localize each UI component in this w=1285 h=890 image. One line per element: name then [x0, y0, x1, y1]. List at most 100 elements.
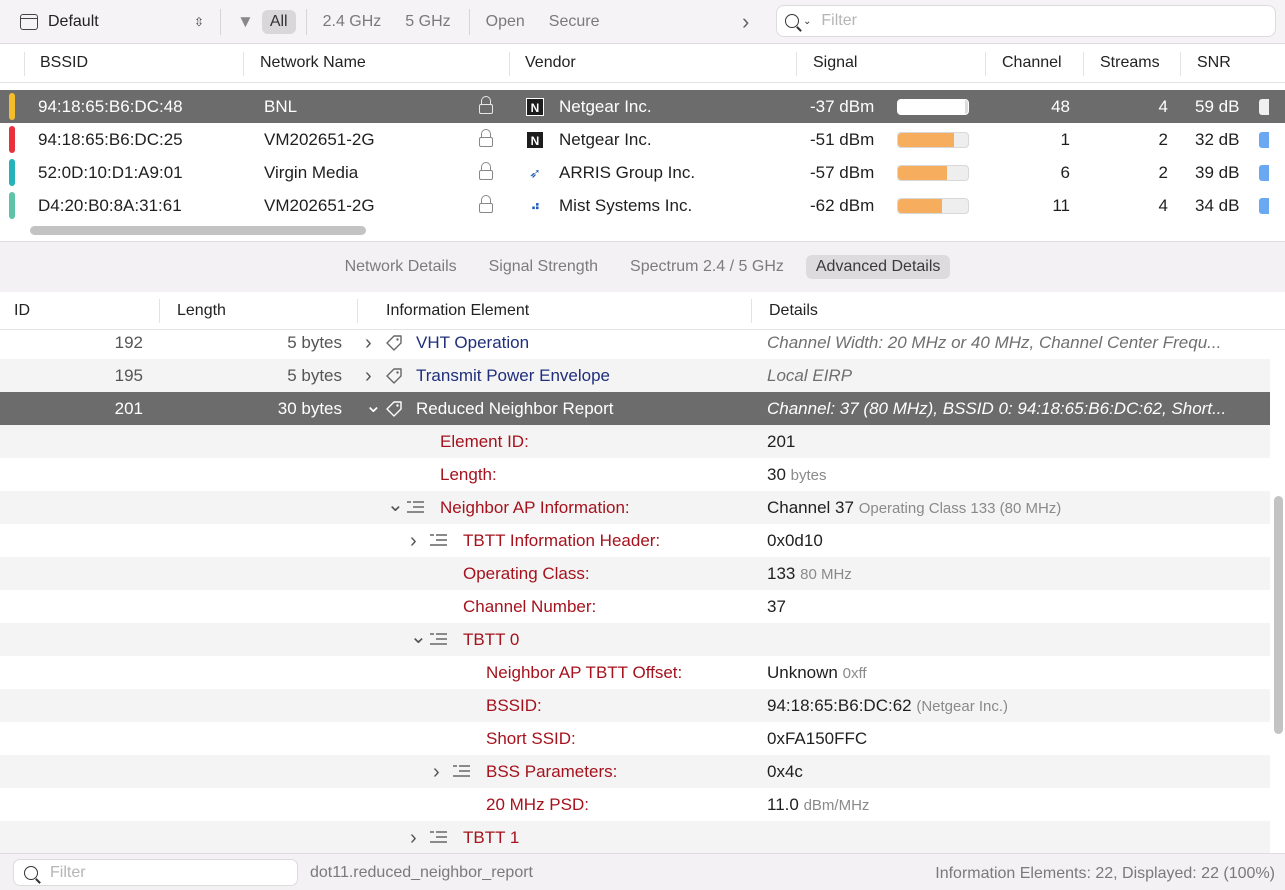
row-indicator: [1259, 165, 1269, 181]
column-header-length[interactable]: Length: [177, 302, 226, 320]
field-label: BSSID:: [486, 696, 542, 715]
ie-field-row[interactable]: Element ID: 201: [0, 425, 1270, 458]
chevron-right-icon[interactable]: ›: [410, 827, 417, 850]
column-header-bssid[interactable]: BSSID: [40, 54, 88, 72]
filter-open-button[interactable]: Open: [478, 10, 533, 34]
ie-field-row[interactable]: Neighbor AP TBTT Offset: Unknown 0xff: [0, 656, 1270, 689]
column-header-signal[interactable]: Signal: [813, 54, 857, 72]
ie-row[interactable]: 192 5 bytes › VHT Operation Channel Width: 2…: [0, 326, 1270, 359]
column-divider: [1180, 52, 1181, 76]
network-row[interactable]: D4:20:B0:8A:31:61 VM202651-2G ⠴ Mist System…: [0, 189, 1285, 222]
ie-field-row[interactable]: 20 MHz PSD: 11.0 dBm/MHz: [0, 788, 1270, 821]
network-row[interactable]: 94:18:65:B6:DC:48 BNL N Netgear Inc. -37 dBm…: [0, 90, 1285, 123]
ie-field-row[interactable]: Length: 30 bytes: [0, 458, 1270, 491]
signal-cell: -51 dBm: [810, 130, 875, 149]
ie-rows: 192 5 bytes › VHT Operation Channel Width: 2…: [0, 326, 1270, 853]
tab-advanced-details[interactable]: Advanced Details: [805, 255, 951, 279]
ie-field-row[interactable]: › BSS Parameters: 0x4c: [0, 755, 1270, 788]
color-tag: [9, 192, 15, 219]
tag-icon: [385, 400, 402, 417]
filter-5ghz-button[interactable]: 5 GHz: [397, 10, 458, 34]
field-unit: dBm/MHz: [803, 797, 870, 814]
arris-logo-icon: ➶: [529, 165, 541, 181]
column-header-id[interactable]: ID: [14, 302, 30, 320]
streams-cell: 2: [1158, 130, 1168, 149]
preset-selector[interactable]: Default ⇳: [20, 8, 210, 36]
ie-field-row[interactable]: BSSID: 94:18:65:B6:DC:62 (Netgear Inc.): [0, 689, 1270, 722]
chevron-down-icon[interactable]: ⌄: [387, 492, 404, 517]
ie-row[interactable]: 195 5 bytes › Transmit Power Envelope Local …: [0, 359, 1270, 392]
snr-cell: 34 dB: [1195, 196, 1240, 215]
filter-24ghz-button[interactable]: 2.4 GHz: [315, 10, 390, 34]
field-value: 133 80 MHz: [767, 564, 852, 584]
snr-cell: 59 dB: [1195, 97, 1240, 116]
detail-tabs: Network Details Signal Strength Spectrum 2…: [0, 241, 1285, 292]
field-label: BSS Parameters:: [486, 762, 618, 781]
chevron-right-icon[interactable]: ›: [433, 761, 440, 784]
display-filter-field[interactable]: [13, 859, 298, 886]
column-header-vendor[interactable]: Vendor: [525, 54, 576, 72]
ie-field-row[interactable]: Short SSID: 0xFA150FFC: [0, 722, 1270, 755]
tab-network-details[interactable]: Network Details: [335, 255, 467, 279]
chevron-right-icon[interactable]: ›: [365, 365, 372, 388]
display-filter-input[interactable]: [50, 863, 280, 882]
ie-field-row[interactable]: Operating Class: 133 80 MHz: [0, 557, 1270, 590]
column-header-details[interactable]: Details: [769, 302, 818, 320]
ie-field-row[interactable]: › TBTT 1: [0, 821, 1270, 853]
signal-bar: [897, 132, 969, 148]
color-tag: [9, 126, 15, 153]
network-row[interactable]: 52:0D:10:D1:A9:01 Virgin Media ➶ ARRIS Grou…: [0, 156, 1285, 189]
network-row[interactable]: 94:18:65:B6:DC:25 VM202651-2G N Netgear Inc…: [0, 123, 1285, 156]
column-header-network-name[interactable]: Network Name: [260, 54, 366, 72]
list-icon: [430, 831, 447, 844]
status-bar: dot11.reduced_neighbor_report Informatio…: [0, 853, 1285, 890]
field-label: TBTT 1: [463, 828, 520, 847]
network-name-cell: BNL: [264, 97, 298, 116]
chevron-down-icon[interactable]: ⌄: [410, 624, 427, 649]
column-header-information-element[interactable]: Information Element: [386, 302, 529, 320]
filter-funnel-icon[interactable]: ▼: [237, 12, 254, 32]
vendor-cell: Netgear Inc.: [559, 97, 652, 116]
field-value-text: 30: [767, 465, 786, 484]
bssid-cell: 52:0D:10:D1:A9:01: [38, 163, 183, 182]
filter-all-button[interactable]: All: [261, 9, 296, 34]
vendor-cell: Netgear Inc.: [559, 130, 652, 149]
signal-bar: [897, 198, 969, 214]
ie-field-row[interactable]: Channel Number: 37: [0, 590, 1270, 623]
tab-signal-strength[interactable]: Signal Strength: [479, 255, 608, 279]
signal-cell: -37 dBm: [810, 97, 875, 116]
list-icon: [430, 534, 447, 547]
filter-secure-button[interactable]: Secure: [541, 10, 608, 34]
chevron-down-icon[interactable]: ⌄: [365, 393, 382, 418]
signal-cell: -62 dBm: [810, 196, 875, 215]
column-divider: [751, 299, 752, 323]
network-table-header: BSSID Network Name Vendor Signal Channel…: [0, 44, 1285, 83]
list-icon: [407, 501, 424, 514]
streams-cell: 4: [1158, 196, 1168, 215]
ie-length-cell: 30 bytes: [277, 399, 342, 418]
column-divider: [985, 52, 986, 76]
horizontal-scrollbar[interactable]: [30, 226, 366, 235]
ie-details-cell: Channel: 37 (80 MHz), BSSID 0: 94:18:65:…: [767, 399, 1227, 418]
chevron-right-icon[interactable]: ›: [365, 332, 372, 355]
field-value: 201: [767, 432, 795, 452]
search-input[interactable]: [821, 12, 1222, 30]
tab-spectrum-2-4-5-ghz[interactable]: Spectrum 2.4 / 5 GHz: [620, 255, 794, 279]
ie-field-row[interactable]: ⌄ Neighbor AP Information: Channel 37 Oper…: [0, 491, 1270, 524]
column-header-snr[interactable]: SNR: [1197, 54, 1231, 72]
column-header-streams[interactable]: Streams: [1100, 54, 1160, 72]
column-header-channel[interactable]: Channel: [1002, 54, 1062, 72]
ie-row[interactable]: 201 30 bytes ⌄ Reduced Neighbor Report Chann…: [0, 392, 1270, 425]
field-unit: (Netgear Inc.): [916, 698, 1009, 715]
chevron-down-icon[interactable]: ⌄: [803, 16, 811, 27]
chevron-right-icon[interactable]: ›: [410, 530, 417, 553]
ie-field-row[interactable]: ⌄ TBTT 0: [0, 623, 1270, 656]
vertical-scrollbar[interactable]: [1274, 496, 1283, 734]
search-field[interactable]: ⌄: [776, 5, 1276, 37]
column-divider: [159, 299, 160, 323]
signal-bar-fill: [898, 100, 965, 114]
chevron-right-icon[interactable]: ›: [742, 9, 749, 35]
tag-icon: [385, 367, 402, 384]
ie-field-row[interactable]: › TBTT Information Header: 0x0d10: [0, 524, 1270, 557]
snr-cell: 32 dB: [1195, 130, 1240, 149]
